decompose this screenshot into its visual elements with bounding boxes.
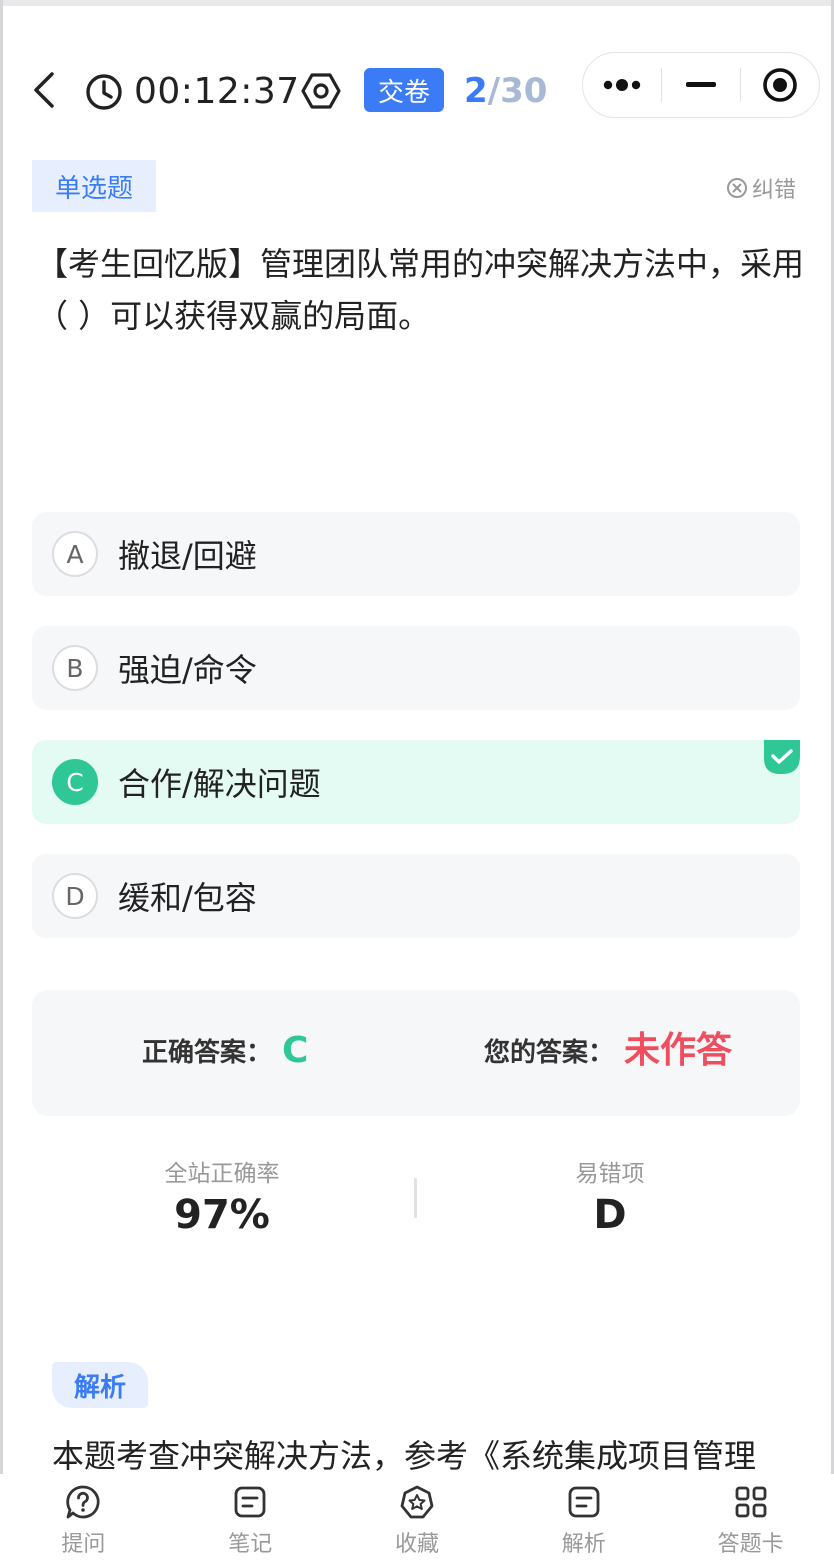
your-answer-label: 您的答案：: [484, 1038, 615, 1068]
progress-current: 2: [464, 71, 488, 111]
tab-label: 答题卡: [717, 1532, 784, 1557]
analysis-tag: 解析: [52, 1362, 148, 1408]
accuracy-value: 97%: [174, 1192, 270, 1238]
analysis-text: 本题考查冲突解决方法，参考《系统集成项目管理: [52, 1437, 757, 1475]
back-button[interactable]: [22, 66, 66, 114]
note-icon: [234, 1486, 266, 1518]
tab-analysis[interactable]: 解析: [500, 1474, 667, 1566]
tab-label: 收藏: [394, 1532, 439, 1557]
progress-total: /30: [487, 71, 548, 111]
more-button[interactable]: [583, 52, 661, 118]
option-b[interactable]: B 强迫/命令: [32, 626, 800, 710]
common-wrong-label: 易错项: [575, 1161, 645, 1187]
tab-answer-card[interactable]: 答题卡: [667, 1474, 834, 1566]
your-answer-value: 未作答: [624, 1030, 733, 1071]
stats-divider: [414, 1178, 417, 1218]
accuracy-label: 全站正确率: [164, 1161, 280, 1187]
favorite-icon: [400, 1485, 434, 1519]
option-letter: C: [52, 759, 98, 805]
status-strip: [0, 0, 834, 6]
left-bezel: [0, 0, 3, 1566]
answer-card-icon: [735, 1486, 766, 1518]
error-circle-icon: [727, 178, 747, 198]
mini-program-capsule: [582, 52, 820, 118]
submit-exam-button[interactable]: 交卷: [364, 68, 444, 112]
exam-timer: 00:12:37: [134, 71, 300, 112]
option-c[interactable]: C 合作/解决问题: [32, 740, 800, 824]
more-icon: [603, 79, 641, 91]
common-wrong-value: D: [593, 1192, 627, 1238]
option-letter: B: [52, 645, 98, 691]
answer-summary: 正确答案： C 您的答案： 未作答: [32, 990, 800, 1116]
question-type-tag: 单选题: [32, 160, 156, 212]
correct-answer-value: C: [282, 1030, 309, 1071]
chevron-left-icon: [34, 72, 54, 108]
option-text: 缓和/包容: [118, 879, 257, 917]
option-d[interactable]: D 缓和/包容: [32, 854, 800, 938]
option-letter: D: [52, 873, 98, 919]
option-text: 撤退/回避: [118, 537, 257, 575]
tab-label: 提问: [61, 1532, 106, 1557]
option-text: 合作/解决问题: [118, 765, 321, 803]
bottom-toolbar: 提问 笔记 收藏 解析 答题卡: [0, 1474, 834, 1566]
option-text: 强迫/命令: [118, 651, 257, 689]
tab-ask[interactable]: 提问: [0, 1474, 167, 1566]
analysis-icon: [568, 1486, 600, 1518]
option-a[interactable]: A 撤退/回避: [32, 512, 800, 596]
tab-label: 笔记: [228, 1532, 273, 1557]
tab-notes[interactable]: 笔记: [167, 1474, 334, 1566]
question-bubble-icon: [66, 1485, 100, 1519]
report-error-label: 纠错: [752, 178, 797, 203]
correct-check-icon: [764, 740, 800, 774]
tab-favorite[interactable]: 收藏: [334, 1474, 501, 1566]
close-target-icon: [763, 68, 797, 102]
question-stem: 【考生回忆版】管理团队常用的冲突解决方法中，采用（ ）可以获得双赢的局面。: [36, 245, 805, 335]
close-button[interactable]: [741, 52, 819, 118]
question-progress[interactable]: 2/30: [464, 68, 547, 114]
report-error-button[interactable]: 纠错: [726, 172, 796, 204]
settings-icon[interactable]: [300, 70, 342, 112]
option-letter: A: [52, 531, 98, 577]
minimize-button[interactable]: [662, 52, 740, 118]
correct-answer-label: 正确答案：: [142, 1038, 273, 1068]
clock-icon: [86, 74, 122, 110]
tab-label: 解析: [561, 1532, 606, 1557]
minimize-icon: [686, 82, 716, 87]
